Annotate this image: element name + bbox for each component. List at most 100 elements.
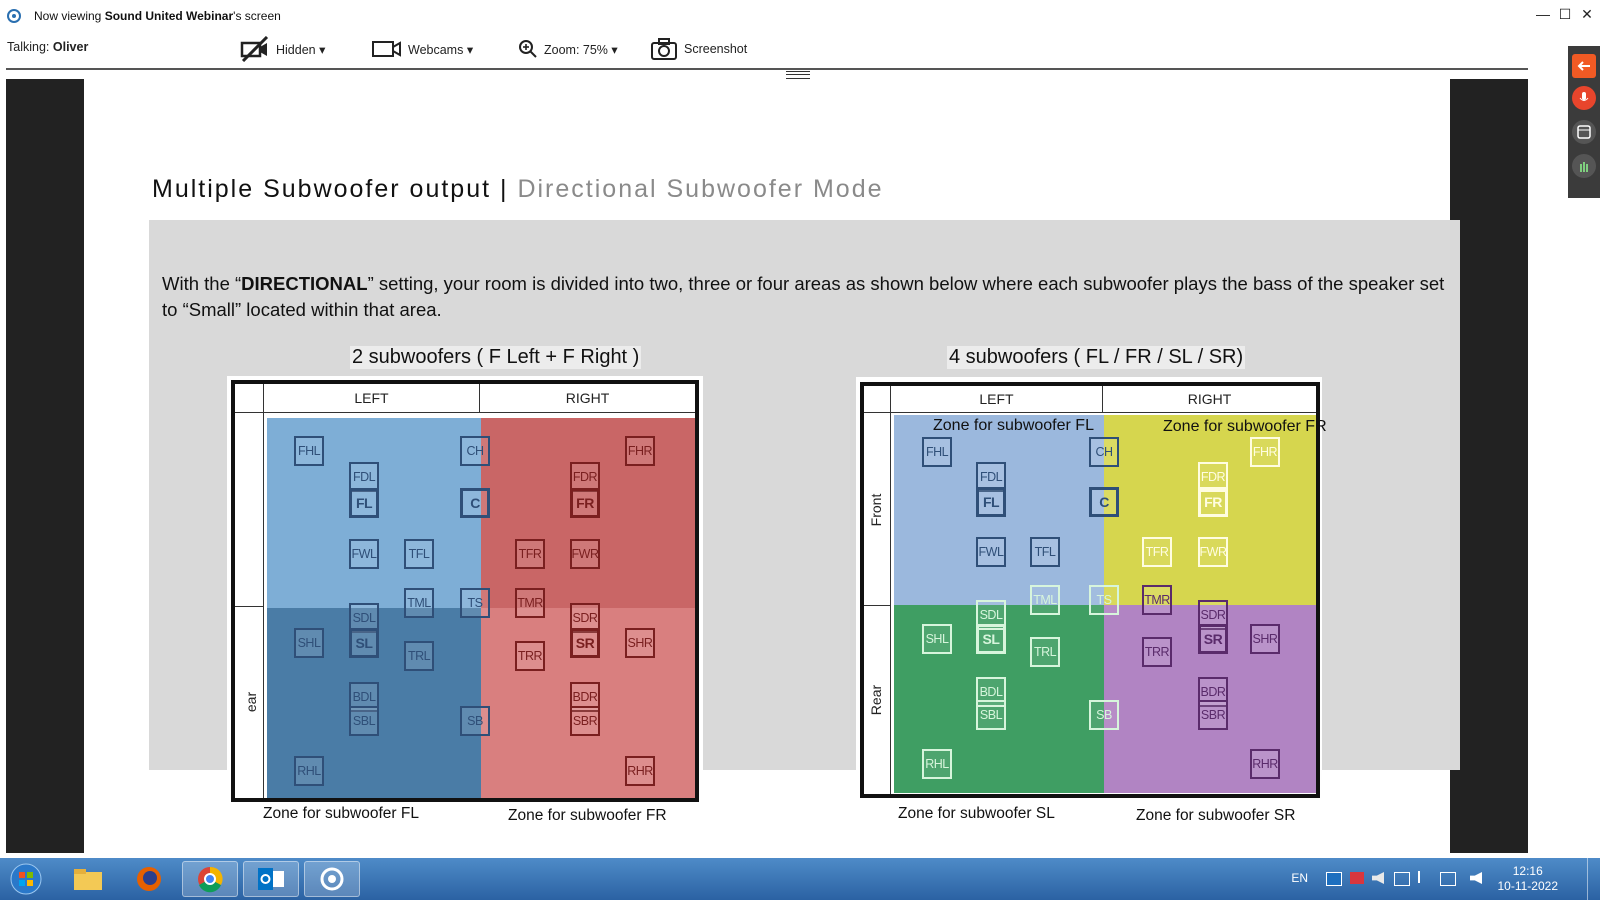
window-icon[interactable]	[1572, 120, 1596, 144]
zone-fl-label: Zone for subwoofer FL	[933, 417, 1094, 434]
screenshot-button[interactable]: Screenshot	[650, 35, 747, 63]
tray-app-icon[interactable]	[1350, 872, 1364, 884]
speaker-sb: SB	[460, 706, 490, 736]
speaker-sl: SL	[976, 624, 1006, 654]
speaker-tfr: TFR	[515, 539, 545, 569]
window-title: Now viewing Sound United Webinar's scree…	[34, 9, 281, 23]
speaker-fhr: FHR	[1250, 437, 1280, 467]
right-header: RIGHT	[1187, 391, 1232, 407]
speaker-fwr: FWR	[1198, 537, 1228, 567]
raise-hand-icon[interactable]	[1572, 154, 1596, 178]
splitter-grip-icon[interactable]	[786, 71, 810, 79]
screenshot-label: Screenshot	[684, 42, 748, 56]
speaker-sl: SL	[349, 628, 379, 658]
microphone-icon[interactable]	[1572, 86, 1596, 110]
camera-off-icon	[240, 36, 269, 62]
webcams-button[interactable]: Webcams ▾	[372, 35, 473, 63]
hidden-label: Hidden ▾	[276, 42, 326, 57]
slide-title: Multiple Subwoofer output | Directional …	[152, 175, 884, 203]
speaker-sr: SR	[1198, 624, 1228, 654]
taskbar-webinar[interactable]	[304, 861, 360, 897]
speaker-alert-icon[interactable]	[1372, 872, 1384, 884]
taskbar-outlook[interactable]	[243, 861, 299, 897]
camera-icon	[651, 38, 677, 60]
speaker-fr: FR	[1198, 487, 1228, 517]
speaker-trr: TRR	[1142, 637, 1172, 667]
speaker-rhl: RHL	[294, 756, 324, 786]
taskbar-chrome[interactable]	[182, 861, 238, 897]
start-button[interactable]	[2, 861, 50, 897]
outlook-tray-icon[interactable]	[1326, 872, 1342, 886]
speaker-tml: TML	[404, 588, 434, 618]
description-text: With the “DIRECTIONAL” setting, your roo…	[162, 273, 1445, 320]
clock[interactable]: 12:16 10-11-2022	[1498, 864, 1559, 894]
taskbar-explorer[interactable]	[60, 861, 116, 897]
diagram1-zone-fr-label: Zone for subwoofer FR	[508, 807, 667, 824]
webinar-app-icon	[320, 867, 344, 891]
speaker-sb: SB	[1089, 700, 1119, 730]
chrome-icon	[198, 866, 223, 893]
collapse-arrow-icon[interactable]	[1572, 54, 1596, 78]
speaker-tmr: TMR	[515, 588, 545, 618]
speaker-ts: TS	[1089, 585, 1119, 615]
app-icon	[7, 9, 21, 23]
speaker-fr: FR	[570, 488, 600, 518]
left-header: LEFT	[354, 390, 389, 406]
maximize-button[interactable]: ☐	[1558, 6, 1572, 23]
minimize-button[interactable]: —	[1536, 6, 1550, 23]
speaker-fhl: FHL	[294, 436, 324, 466]
speaker-shr: SHR	[625, 628, 655, 658]
front-label: Front	[868, 493, 884, 527]
zone-fr-label: Zone for subwoofer FR	[1163, 418, 1327, 435]
windows-logo-icon	[10, 863, 42, 895]
speaker-tmr: TMR	[1142, 585, 1172, 615]
speaker-tfl: TFL	[1030, 537, 1060, 567]
speaker-tfr: TFR	[1142, 537, 1172, 567]
windows-taskbar: EN 12:16 10-11-2022	[0, 858, 1600, 900]
speaker-ch: CH	[1089, 437, 1119, 467]
shared-screen-viewer: Multiple Subwoofer output | Directional …	[6, 79, 1528, 853]
speaker-fhl: FHL	[922, 437, 952, 467]
language-indicator[interactable]: EN	[1291, 871, 1308, 885]
network-tray-icon[interactable]	[1394, 872, 1410, 886]
speaker-tfl: TFL	[404, 539, 434, 569]
hidden-button[interactable]: Hidden ▾	[240, 35, 325, 63]
outlook-icon	[258, 868, 284, 890]
speaker-trr: TRR	[515, 641, 545, 671]
speaker-trl: TRL	[1030, 637, 1060, 667]
speaker-ch: CH	[460, 436, 490, 466]
speaker-shr: SHR	[1250, 624, 1280, 654]
close-button[interactable]: ✕	[1580, 6, 1594, 23]
right-header: RIGHT	[565, 390, 610, 406]
monitor-icon[interactable]	[1440, 872, 1456, 886]
speaker-sbr: SBR	[570, 706, 600, 736]
show-desktop-button[interactable]	[1587, 858, 1600, 900]
zoom-in-icon	[519, 40, 537, 58]
speaker-sbl: SBL	[349, 706, 379, 736]
volume-icon[interactable]	[1470, 872, 1482, 884]
speaker-sr: SR	[570, 628, 600, 658]
diagram-four-subwoofers: LEFT RIGHT Front Rear Zone for subwoofer…	[856, 377, 1327, 801]
taskbar-firefox[interactable]	[121, 861, 177, 897]
speaker-fwl: FWL	[349, 539, 379, 569]
viewer-toolbar: Talking: Oliver Hidden ▾ Webcams ▾ Zoom:…	[0, 32, 1600, 66]
speaker-fwl: FWL	[976, 537, 1006, 567]
speaker-trl: TRL	[404, 641, 434, 671]
diagram2-title: 4 subwoofers ( FL / FR / SL / SR)	[947, 346, 1246, 369]
zoom-label: Zoom: 75% ▾	[544, 42, 618, 57]
speaker-sbr: SBR	[1198, 700, 1228, 730]
rear-label: ear	[243, 691, 259, 713]
flag-icon[interactable]	[1418, 871, 1432, 883]
speaker-fl: FL	[349, 488, 379, 518]
diagram-two-subwoofers: LEFT RIGHT ear FHL CH FHR FDL FDR FL C FR FWL TFL…	[227, 376, 703, 805]
speaker-rhr: RHR	[625, 756, 655, 786]
speaker-fl: FL	[976, 487, 1006, 517]
speaker-c: C	[1089, 487, 1119, 517]
speaker-shl: SHL	[294, 628, 324, 658]
diagram2-zone-sr-label: Zone for subwoofer SR	[1136, 807, 1296, 824]
zoom-button[interactable]: Zoom: 75% ▾	[518, 35, 618, 63]
speaker-tml: TML	[1030, 585, 1060, 615]
webcam-icon	[372, 41, 401, 57]
folder-icon	[74, 869, 102, 890]
presentation-slide: Multiple Subwoofer output | Directional …	[84, 79, 1460, 853]
